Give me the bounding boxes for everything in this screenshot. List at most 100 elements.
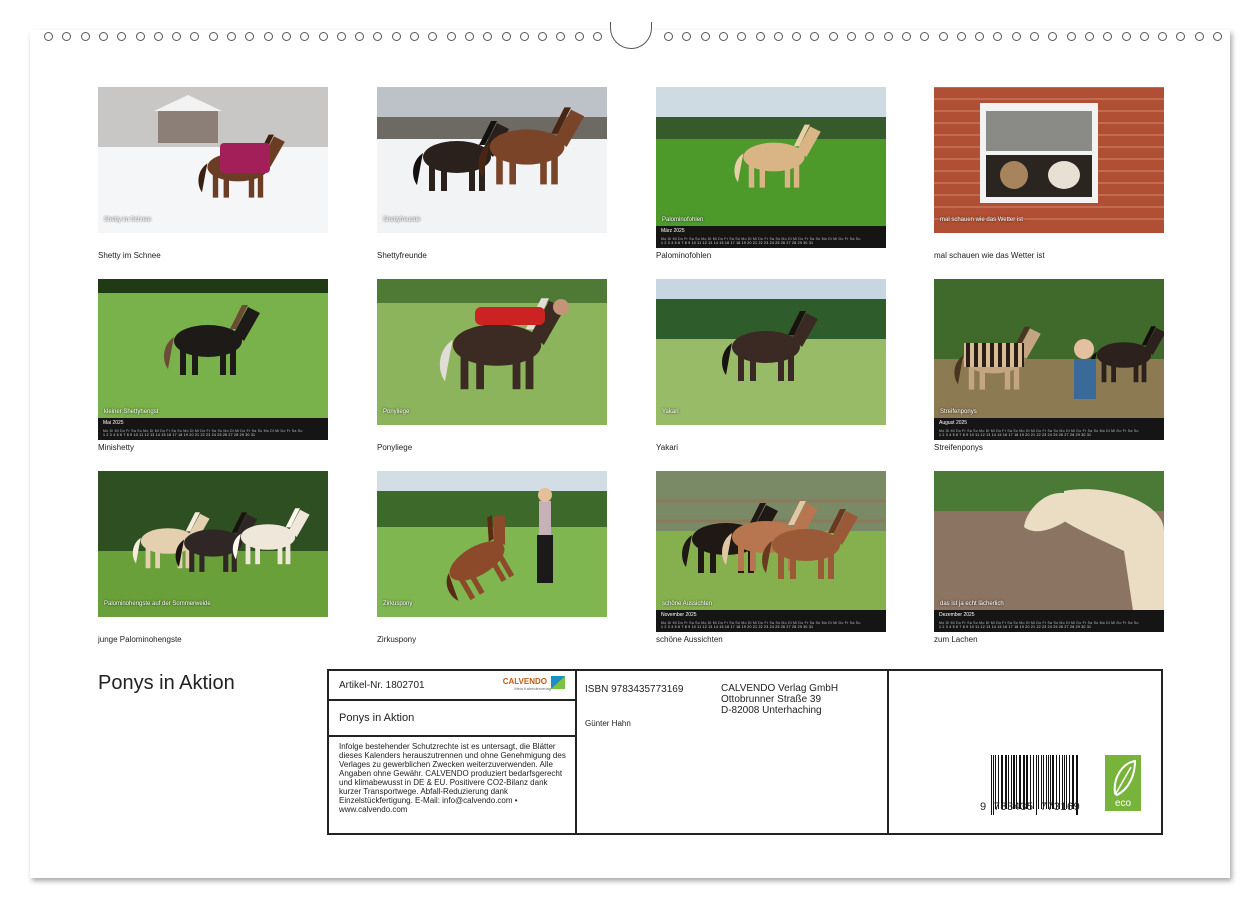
info-title: Ponys in Aktion <box>339 712 415 724</box>
legal-text: Infolge bestehender Schutzrechte ist es … <box>339 742 566 814</box>
photo-caption: Yakari <box>662 409 679 415</box>
isbn: ISBN 9783435773169 <box>585 684 684 695</box>
binding-hole <box>883 32 893 41</box>
month-photo: Streifenponys <box>934 279 1164 425</box>
binding-hole <box>1213 32 1222 41</box>
binding-hole <box>938 32 948 41</box>
pony-photo-illustration <box>656 87 886 233</box>
photo-caption: Streifenponys <box>940 409 977 415</box>
photo-caption: kleiner Shettyhengst <box>104 409 159 415</box>
binding-hole <box>1121 32 1131 41</box>
month-photo: Zirkuspony <box>377 471 607 617</box>
pony-photo-illustration <box>377 279 607 425</box>
binding-hole <box>1194 32 1204 41</box>
pony-photo-illustration <box>98 279 328 425</box>
month-calendar-strip: März 2025 Mo Di Mi Do Fr Sa So Mo Di Mi D… <box>656 226 886 248</box>
day-numbers-row: 1 2 3 4 5 6 7 8 9 10 11 12 13 14 15 16 1… <box>103 433 256 437</box>
binding-hole <box>44 32 53 41</box>
binding-hole <box>98 32 108 41</box>
binding-hole <box>593 32 602 41</box>
month-photo: Yakari <box>656 279 886 425</box>
info-column-left: Artikel-Nr. 1802701 CALVENDO Mein Kalend… <box>329 671 577 833</box>
month-name: März 2025 <box>661 228 685 234</box>
binding-hole <box>1066 32 1076 41</box>
month-photo: Shettyfreunde <box>377 87 607 233</box>
binding-hole <box>700 32 710 41</box>
binding-hole <box>80 32 90 41</box>
binding-hole <box>519 32 529 41</box>
month-calendar-strip: November 2025 Mo Di Mi Do Fr Sa So Mo Di … <box>656 610 886 632</box>
photo-caption: Shetty im Schnee <box>104 217 152 223</box>
day-numbers-row: 1 2 3 4 5 6 7 8 9 10 11 12 13 14 15 16 1… <box>661 625 814 629</box>
binding-hole <box>227 32 236 41</box>
pony-photo-illustration <box>656 471 886 617</box>
month-label: Yakari <box>656 443 679 452</box>
day-numbers-row: 1 2 3 4 5 6 7 8 9 10 11 12 13 14 15 16 1… <box>939 433 1092 437</box>
month-photo: kleiner Shettyhengst <box>98 279 328 425</box>
publisher-name: CALVENDO Verlag GmbH <box>721 683 839 694</box>
article-row: Artikel-Nr. 1802701 CALVENDO Mein Kalend… <box>329 671 575 701</box>
publisher-street: Ottobrunner Straße 39 <box>721 694 822 705</box>
month-label: mal schauen wie das Wetter ist <box>934 251 1045 260</box>
month-name: August 2025 <box>939 420 968 426</box>
title-row: Ponys in Aktion <box>329 701 575 737</box>
pony-photo-illustration <box>98 87 328 233</box>
binding-hole <box>135 32 145 41</box>
month-photo: Palominohengste auf der Sommerweide <box>98 471 328 617</box>
pony-photo-illustration <box>377 87 607 233</box>
eco-label-icon: eco <box>1105 755 1141 811</box>
photo-caption: das ist ja echt lächerlich <box>940 601 1004 607</box>
month-label: schöne Aussichten <box>656 635 723 644</box>
binding-hole <box>847 32 856 41</box>
eco-text: eco <box>1114 798 1132 809</box>
pony-photo-illustration <box>934 87 1164 233</box>
binding-hole <box>208 32 218 41</box>
calendar-title: Ponys in Aktion <box>98 672 235 694</box>
binding-hole <box>574 32 584 41</box>
photo-caption: Palominohengste auf der Sommerweide <box>104 601 211 607</box>
month-label: Minishetty <box>98 443 135 452</box>
month-name: November 2025 <box>661 612 697 618</box>
month-photo: Palominofohlen <box>656 87 886 233</box>
day-numbers-row: 1 2 3 4 5 6 7 8 9 10 11 12 13 14 15 16 1… <box>661 241 814 245</box>
binding-hole <box>446 32 456 41</box>
month-calendar-strip: Dezember 2025 Mo Di Mi Do Fr Sa So Mo Di … <box>934 610 1164 632</box>
pony-photo-illustration <box>934 471 1164 617</box>
month-label: Shettyfreunde <box>377 251 427 260</box>
month-label: zum Lachen <box>934 635 978 644</box>
month-calendar-strip: Mai 2025 Mo Di Mi Do Fr Sa So Mo Di Mi Do… <box>98 418 328 440</box>
info-column-right: 9 783435 773169 eco <box>887 671 1161 833</box>
month-photo: Shetty im Schnee <box>98 87 328 233</box>
pony-photo-illustration <box>934 279 1164 425</box>
photo-caption: Palominofohlen <box>662 217 704 223</box>
info-panel: Artikel-Nr. 1802701 CALVENDO Mein Kalend… <box>327 669 1163 835</box>
binding-hole <box>664 32 673 41</box>
pony-photo-illustration <box>98 471 328 617</box>
binding-hole <box>318 32 328 41</box>
binding-hole <box>336 32 346 41</box>
binding-hole <box>263 32 273 41</box>
binding-hole <box>1030 32 1039 41</box>
month-label: junge Palominohengste <box>98 635 182 644</box>
brand-subtitle: Mein Kalenderverlag <box>514 686 551 691</box>
brand-logo-icon <box>551 676 565 689</box>
month-photo: schöne Aussichten <box>656 471 886 617</box>
brand-name: CALVENDO <box>502 677 547 686</box>
binding-hole <box>153 32 163 41</box>
binding-hole <box>501 32 511 41</box>
month-label: Shetty im Schnee <box>98 251 161 260</box>
binding-hole <box>1139 32 1149 41</box>
photo-caption: schöne Aussichten <box>662 601 713 607</box>
month-label: Zirkuspony <box>377 635 417 644</box>
month-photo: das ist ja echt lächerlich <box>934 471 1164 617</box>
photo-caption: Ponyliege <box>383 409 410 415</box>
month-label: Palominofohlen <box>656 251 712 260</box>
article-number: Artikel-Nr. 1802701 <box>339 680 425 691</box>
info-column-middle: ISBN 9783435773169 Günter Hahn CALVENDO … <box>575 671 889 833</box>
binding-hole <box>1084 32 1094 41</box>
publisher-address: CALVENDO Verlag GmbH Ottobrunner Straße … <box>721 683 838 716</box>
author: Günter Hahn <box>585 719 631 728</box>
binding-hole <box>391 32 401 41</box>
photo-caption: Zirkuspony <box>383 601 413 607</box>
month-calendar-strip: August 2025 Mo Di Mi Do Fr Sa So Mo Di Mi… <box>934 418 1164 440</box>
